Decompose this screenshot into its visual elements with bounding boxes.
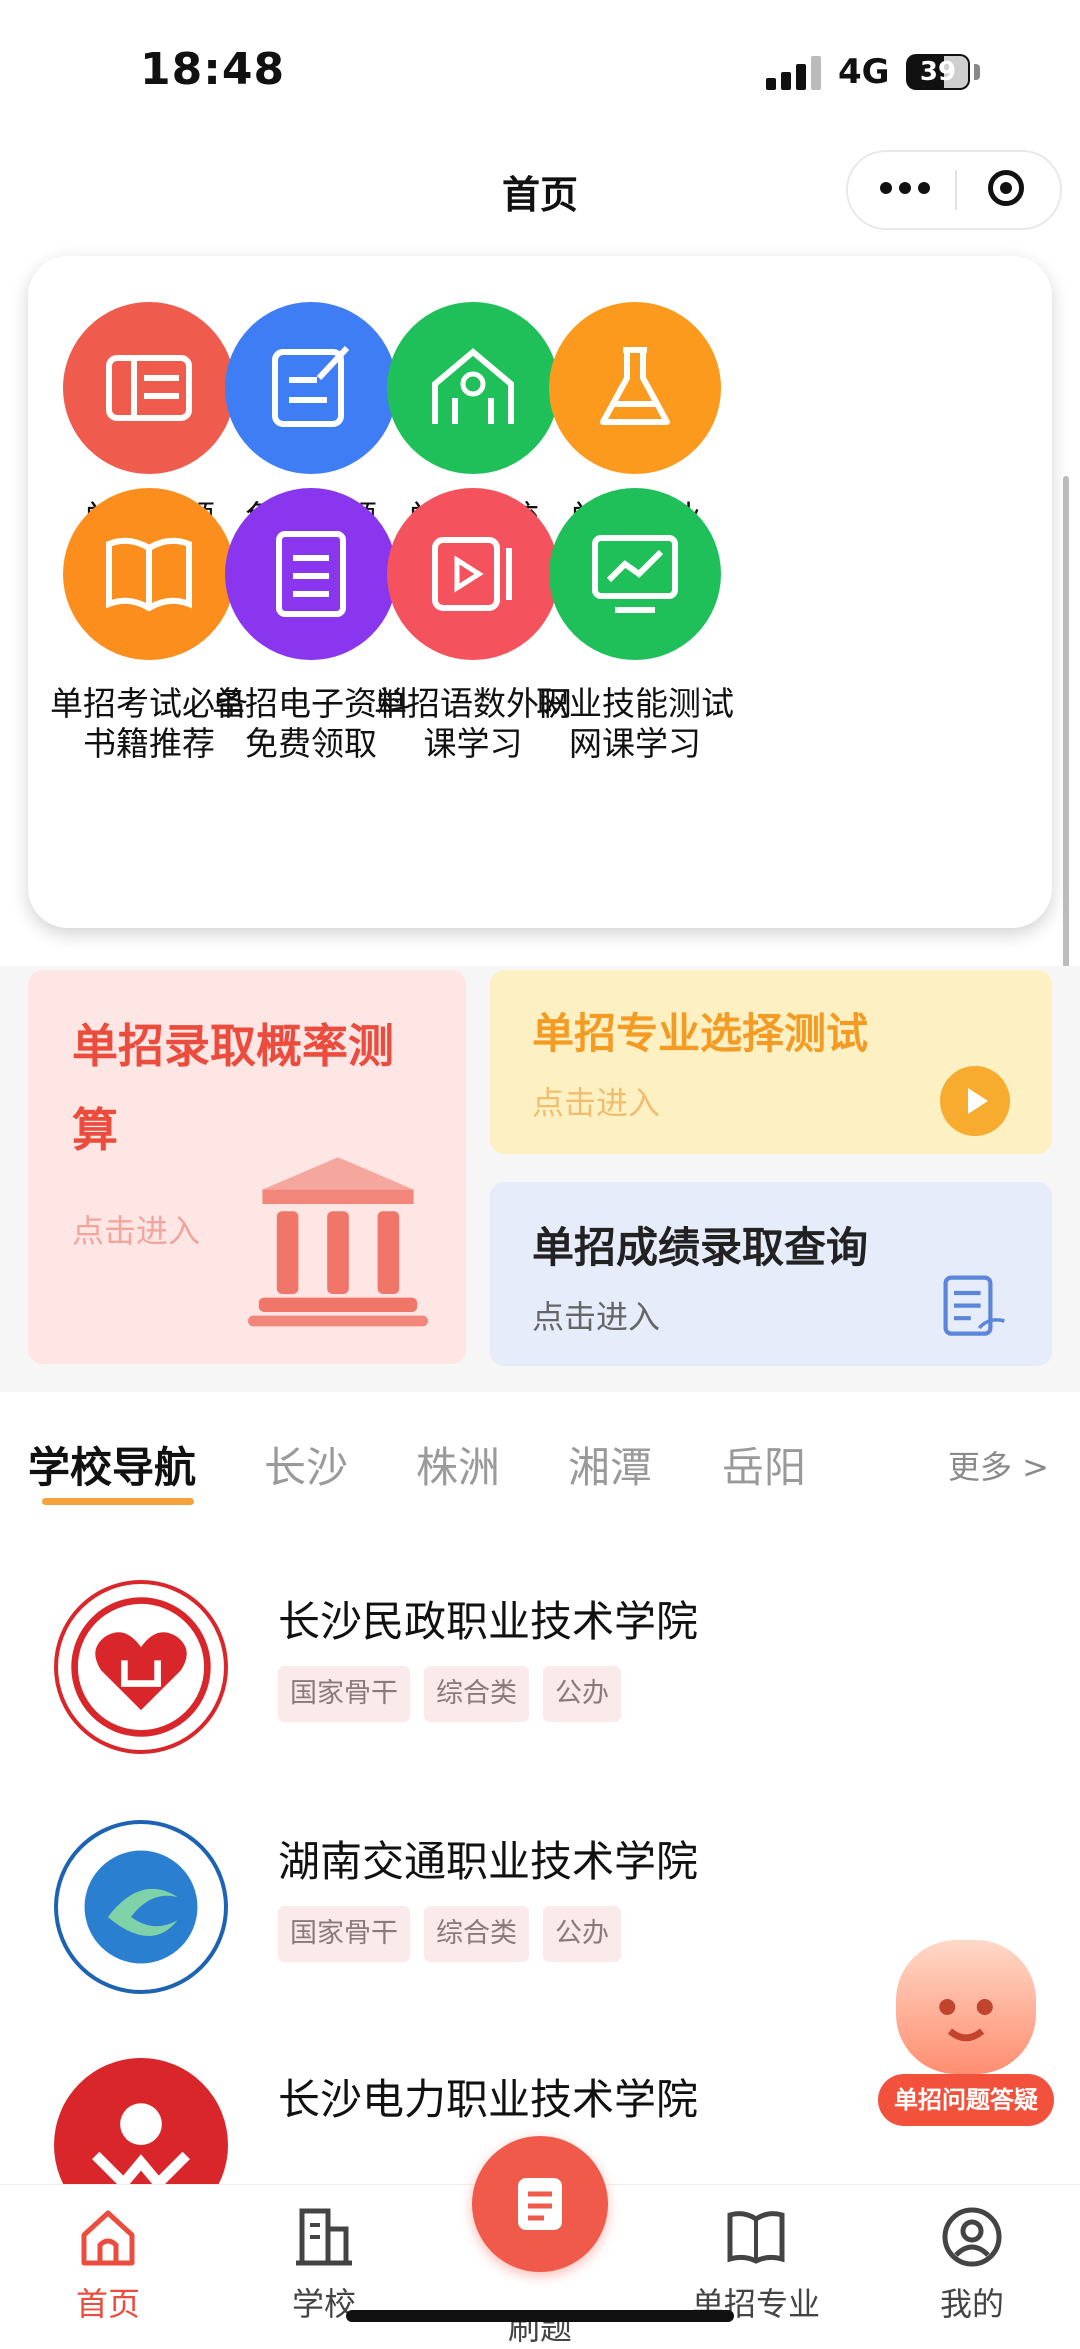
promo-score-query[interactable]: 单招成绩录取查询 点击进入 <box>490 1182 1052 1366</box>
promo-admission-probability[interactable]: 单招录取概率测算 点击进入 <box>28 970 466 1364</box>
school-tag: 综合类 <box>424 1906 529 1962</box>
notepad-icon <box>518 2178 562 2230</box>
signal-icon <box>766 56 822 90</box>
tab-zhuzhou[interactable]: 株洲 <box>416 1434 500 1495</box>
practice-fab-button[interactable] <box>472 2136 608 2272</box>
status-bar: 18:48 4G 39 <box>0 0 1080 130</box>
promo-major-test[interactable]: 单招专业选择测试 点击进入 <box>490 970 1052 1154</box>
tabbar-home[interactable]: 首页 <box>18 2205 198 2325</box>
monitor-chart-icon <box>549 488 721 660</box>
school-tag: 综合类 <box>424 1666 529 1722</box>
battery-tip <box>974 64 980 80</box>
book-icon <box>727 2211 785 2264</box>
more-dots-icon[interactable] <box>880 182 930 198</box>
tabbar-school[interactable]: 学校 <box>234 2205 414 2325</box>
flask-icon <box>549 302 721 474</box>
tab-yueyang[interactable]: 岳阳 <box>722 1434 806 1495</box>
school-item[interactable]: 长沙民政职业技术学院 国家骨干 综合类 公办 <box>0 1580 1080 1780</box>
promo-title: 单招专业选择测试 <box>532 1009 869 1058</box>
home-icon <box>81 2210 135 2266</box>
status-time: 18:48 <box>140 44 286 95</box>
assistant-label: 单招问题答疑 <box>878 2074 1054 2126</box>
miniprogram-capsule <box>846 150 1062 230</box>
school-name: 湖南交通职业技术学院 <box>278 1837 699 1886</box>
bank-building-icon <box>248 1157 428 1327</box>
school-tags: 国家骨干 综合类 公办 <box>278 1906 635 1962</box>
play-icon <box>940 1066 1010 1136</box>
tabbar-label: 我的 <box>939 2285 1004 2323</box>
school-logo <box>54 1820 228 1994</box>
feature-grid: 单招真题 免费刷题 单招院校 单招专业 单招考试必备 书籍推荐 单招电子资料 免… <box>28 256 1052 928</box>
promo-sub: 点击进入 <box>72 1212 201 1250</box>
promo-title: 单招录取概率测算 <box>72 1019 394 1157</box>
network-label: 4G <box>838 52 890 92</box>
battery-icon: 39 <box>906 54 970 90</box>
assistant-button[interactable]: 单招问题答疑 <box>878 1940 1054 2134</box>
close-target-icon[interactable] <box>988 170 1024 206</box>
school-tag: 公办 <box>543 1666 621 1722</box>
capsule-divider <box>955 170 957 210</box>
school-tag: 国家骨干 <box>278 1666 410 1722</box>
user-icon <box>942 2207 1002 2267</box>
school-logo <box>54 1580 228 1754</box>
home-indicator <box>346 2310 734 2322</box>
tab-xiangtan[interactable]: 湘潭 <box>568 1434 652 1495</box>
battery-level: 39 <box>919 57 957 87</box>
building-icon <box>296 2208 352 2266</box>
tab-changsha[interactable]: 长沙 <box>264 1434 348 1495</box>
promo-title: 单招成绩录取查询 <box>532 1223 869 1272</box>
tab-school-nav[interactable]: 学校导航 <box>28 1434 196 1495</box>
tabbar-mine[interactable]: 我的 <box>882 2205 1062 2325</box>
promo-sub: 点击进入 <box>532 1298 661 1336</box>
assistant-avatar-icon <box>896 1940 1036 2074</box>
school-name: 长沙电力职业技术学院 <box>278 2075 699 2124</box>
school-tags: 国家骨干 综合类 公办 <box>278 1666 635 1722</box>
more-link[interactable]: 更多 > <box>948 1442 1049 1488</box>
score-sheet-icon <box>943 1275 1005 1336</box>
tabbar-majors[interactable]: 单招专业 <box>666 2205 846 2325</box>
tab-active-indicator <box>42 1498 194 1505</box>
promo-sub: 点击进入 <box>532 1084 661 1122</box>
school-tag: 公办 <box>543 1906 621 1962</box>
school-tag: 国家骨干 <box>278 1906 410 1962</box>
grid-item-skills-test[interactable]: 职业技能测试 网课学习 <box>514 488 756 770</box>
tabbar-label: 首页 <box>75 2285 140 2323</box>
school-name: 长沙民政职业技术学院 <box>278 1597 699 1646</box>
